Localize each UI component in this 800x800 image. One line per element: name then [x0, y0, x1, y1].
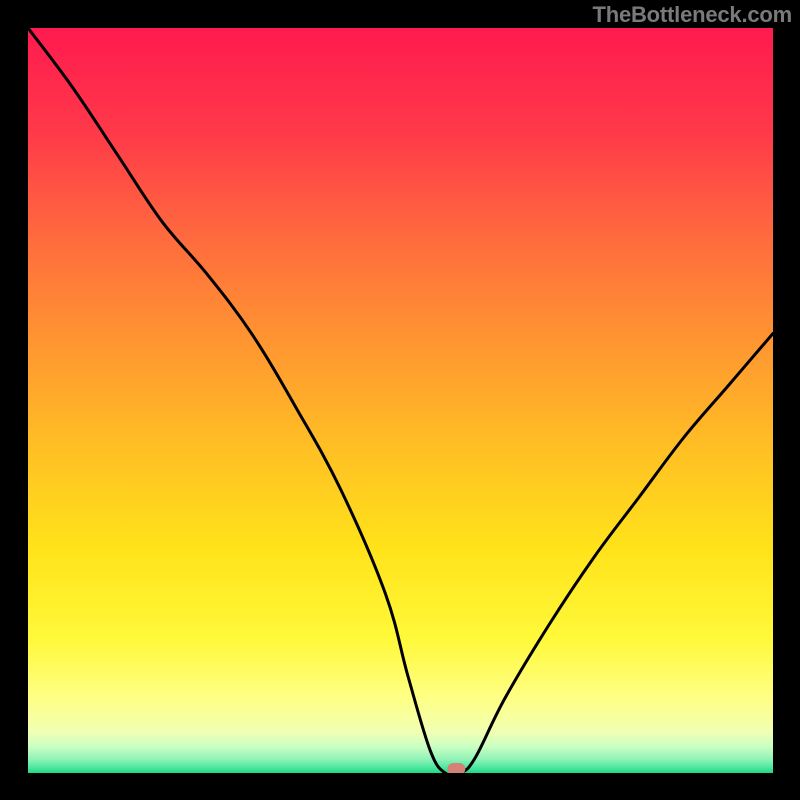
bottleneck-chart: [28, 28, 773, 773]
plot-area: [28, 28, 773, 773]
chart-container: TheBottleneck.com: [0, 0, 800, 800]
chart-background: [28, 28, 773, 773]
optimal-marker: [447, 763, 465, 773]
watermark-text: TheBottleneck.com: [592, 2, 792, 28]
